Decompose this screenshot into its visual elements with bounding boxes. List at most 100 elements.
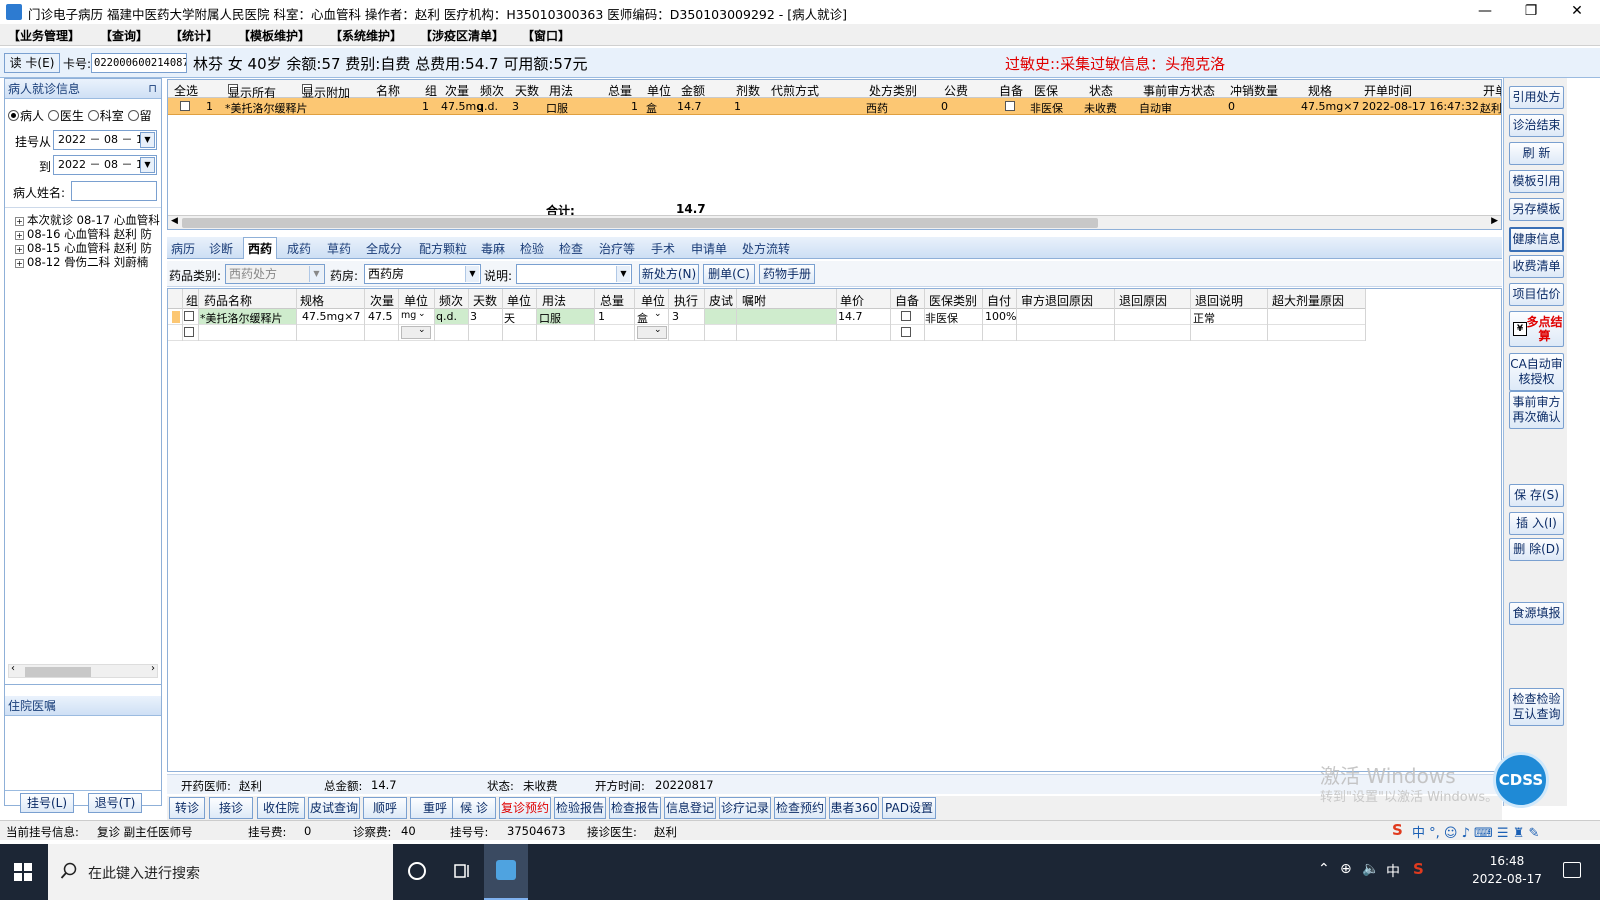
treatment-record-button[interactable]: 诊疗记录 [719,797,771,819]
chevron-up-icon[interactable]: ⌃ [1318,861,1330,877]
menu-business[interactable]: 【业务管理】 [8,27,80,44]
refresh-button[interactable]: 刷 新 [1509,142,1564,165]
lab-report-button[interactable]: 检验报告 [554,797,606,819]
info-register-button[interactable]: 信息登记 [664,797,716,819]
pin-icon[interactable]: ⊓ [148,79,157,99]
tab-full-ingredient[interactable]: 全成分 [366,240,402,257]
skin-test-query-button[interactable]: 皮试查询 [308,797,360,819]
save-button[interactable]: 保 存(S) [1509,484,1564,507]
close-button[interactable]: ✕ [1554,0,1600,24]
cell-freq[interactable]: q.d. [436,310,457,323]
exam-appointment-button[interactable]: 检查预约 [774,797,826,819]
visit-item[interactable]: +08-12 骨伤二科 刘蔚楠 [15,254,148,270]
scroll-right-icon[interactable]: › [151,663,155,674]
horizontal-scrollbar[interactable]: ◀ ▶ [168,215,1501,229]
transfer-button[interactable]: 转诊 [169,797,205,819]
delete-button[interactable]: 删 除(D) [1509,538,1564,561]
tab-surgery[interactable]: 手术 [651,240,675,257]
mutual-recognition-button[interactable]: 检查检验互认查询 [1509,688,1564,726]
food-report-button[interactable]: 食源填报 [1509,602,1564,625]
scroll-right-icon[interactable]: ▶ [1491,216,1498,226]
unregister-button[interactable]: 退号(T) [88,793,142,813]
tab-lab[interactable]: 检验 [520,240,544,257]
menu-epidemic[interactable]: 【涉疫区清单】 [420,27,504,44]
multi-point-settlement-button[interactable]: ¥ 多点结算 [1509,311,1564,347]
unit-select[interactable] [401,326,431,339]
table-row[interactable]: 1 *美托洛尔缓释片 1 47.5mg q.d. 3 口服 1 盒 14.7 1… [168,98,1501,115]
call-next-button[interactable]: 顺呼 [363,797,407,819]
tab-record[interactable]: 病历 [171,240,195,257]
tab-narcotics[interactable]: 毒麻 [481,240,505,257]
table-row[interactable]: ⌄ ⌄ [168,325,1366,341]
cell-dose[interactable]: 47.5 [368,310,393,323]
col-select-all[interactable]: 全选 [174,82,198,99]
scroll-left-icon[interactable]: ‹ [11,663,15,674]
tab-request[interactable]: 申请单 [691,240,727,257]
expand-icon[interactable]: + [15,245,24,254]
expand-icon[interactable]: + [15,231,24,240]
cell-exec[interactable]: 3 [672,310,679,323]
drug-manual-button[interactable]: 药物手册 [759,264,815,284]
table-row[interactable]: *美托洛尔缓释片 47.5mg×7 47.5 mg ⌄ q.d. 3 天 口服 … [168,309,1366,325]
ca-auto-review-button[interactable]: CA自动审核授权 [1509,353,1564,391]
patient-name-field[interactable] [71,181,157,201]
pharmacy-select[interactable]: 西药房 ▼ [364,264,481,284]
ime-toolbar-icon[interactable]: 中 °, ☺ ♪ ⌨ ☰ ♜ ✎ [1412,822,1539,841]
tab-diagnosis[interactable]: 诊断 [209,240,233,257]
waiting-button[interactable]: 候 诊 [452,797,496,819]
scrollbar-thumb[interactable] [25,667,91,677]
chevron-down-icon[interactable]: ⌄ [654,309,662,319]
menu-system[interactable]: 【系统维护】 [330,27,402,44]
minimize-button[interactable]: — [1462,0,1508,24]
fee-list-button[interactable]: 收费清单 [1509,255,1564,278]
insert-button[interactable]: 插 入(I) [1509,512,1564,535]
new-prescription-button[interactable]: 新处方(N) [639,264,699,284]
chevron-down-icon[interactable]: ▼ [140,132,155,148]
chevron-down-icon[interactable]: ⌄ [654,325,662,335]
note-select[interactable]: ▼ [516,264,632,284]
chevron-down-icon[interactable]: ⌄ [418,325,426,335]
tab-patent-medicine[interactable]: 成药 [287,240,311,257]
sogou-tray-icon[interactable]: S [1413,860,1424,878]
health-info-button[interactable]: 健康信息 [1509,227,1564,252]
taskbar-search[interactable]: 在此键入进行搜索 [48,844,393,900]
tab-granules[interactable]: 配方颗粒 [419,240,467,257]
tab-rx-flow[interactable]: 处方流转 [742,240,790,257]
cdss-button[interactable]: CDSS [1493,752,1549,808]
item-estimate-button[interactable]: 项目估价 [1509,283,1564,306]
radio-stay[interactable] [127,110,139,121]
save-template-button[interactable]: 另存模板 [1509,198,1564,221]
patient-360-button[interactable]: 患者360 [829,797,879,819]
scroll-left-icon[interactable]: ◀ [171,216,178,226]
followup-appointment-button[interactable]: 复诊预约 [499,797,551,819]
self-checkbox[interactable] [1005,101,1015,111]
expand-icon[interactable]: + [15,259,24,268]
chevron-down-icon[interactable]: ▼ [309,266,323,282]
expand-icon[interactable]: + [15,217,24,226]
chevron-down-icon[interactable]: ▼ [616,266,630,282]
cell-dose-unit[interactable]: mg [401,310,416,321]
row-checkbox[interactable] [184,311,194,321]
cell-total[interactable]: 1 [598,310,605,323]
reference-rx-button[interactable]: 引用处方 [1509,86,1564,109]
chevron-down-icon[interactable]: ⌄ [418,309,426,319]
pad-settings-button[interactable]: PAD设置 [882,797,936,819]
menu-window[interactable]: 【窗口】 [522,27,570,44]
unit-select[interactable] [637,326,667,339]
menu-query[interactable]: 【查询】 [100,27,148,44]
scrollbar-thumb[interactable] [182,218,1098,228]
pre-review-confirm-button[interactable]: 事前审方再次确认 [1509,391,1564,429]
tab-herbal[interactable]: 草药 [327,240,351,257]
radio-patient[interactable] [8,110,19,121]
network-icon[interactable]: ⊕ [1340,861,1352,877]
row-checkbox[interactable] [184,327,194,337]
self-checkbox[interactable] [901,327,911,337]
card-number-field[interactable]: 0220006002140878 [91,53,187,73]
clock[interactable]: 16:48 2022-08-17 [1462,852,1552,888]
finish-visit-button[interactable]: 诊治结束 [1509,114,1564,137]
row-checkbox[interactable] [180,101,190,111]
cell-days[interactable]: 3 [470,310,477,323]
admit-button[interactable]: 收住院 [257,797,305,819]
menu-stats[interactable]: 【统计】 [170,27,218,44]
tab-western-medicine[interactable]: 西药 [243,237,278,259]
